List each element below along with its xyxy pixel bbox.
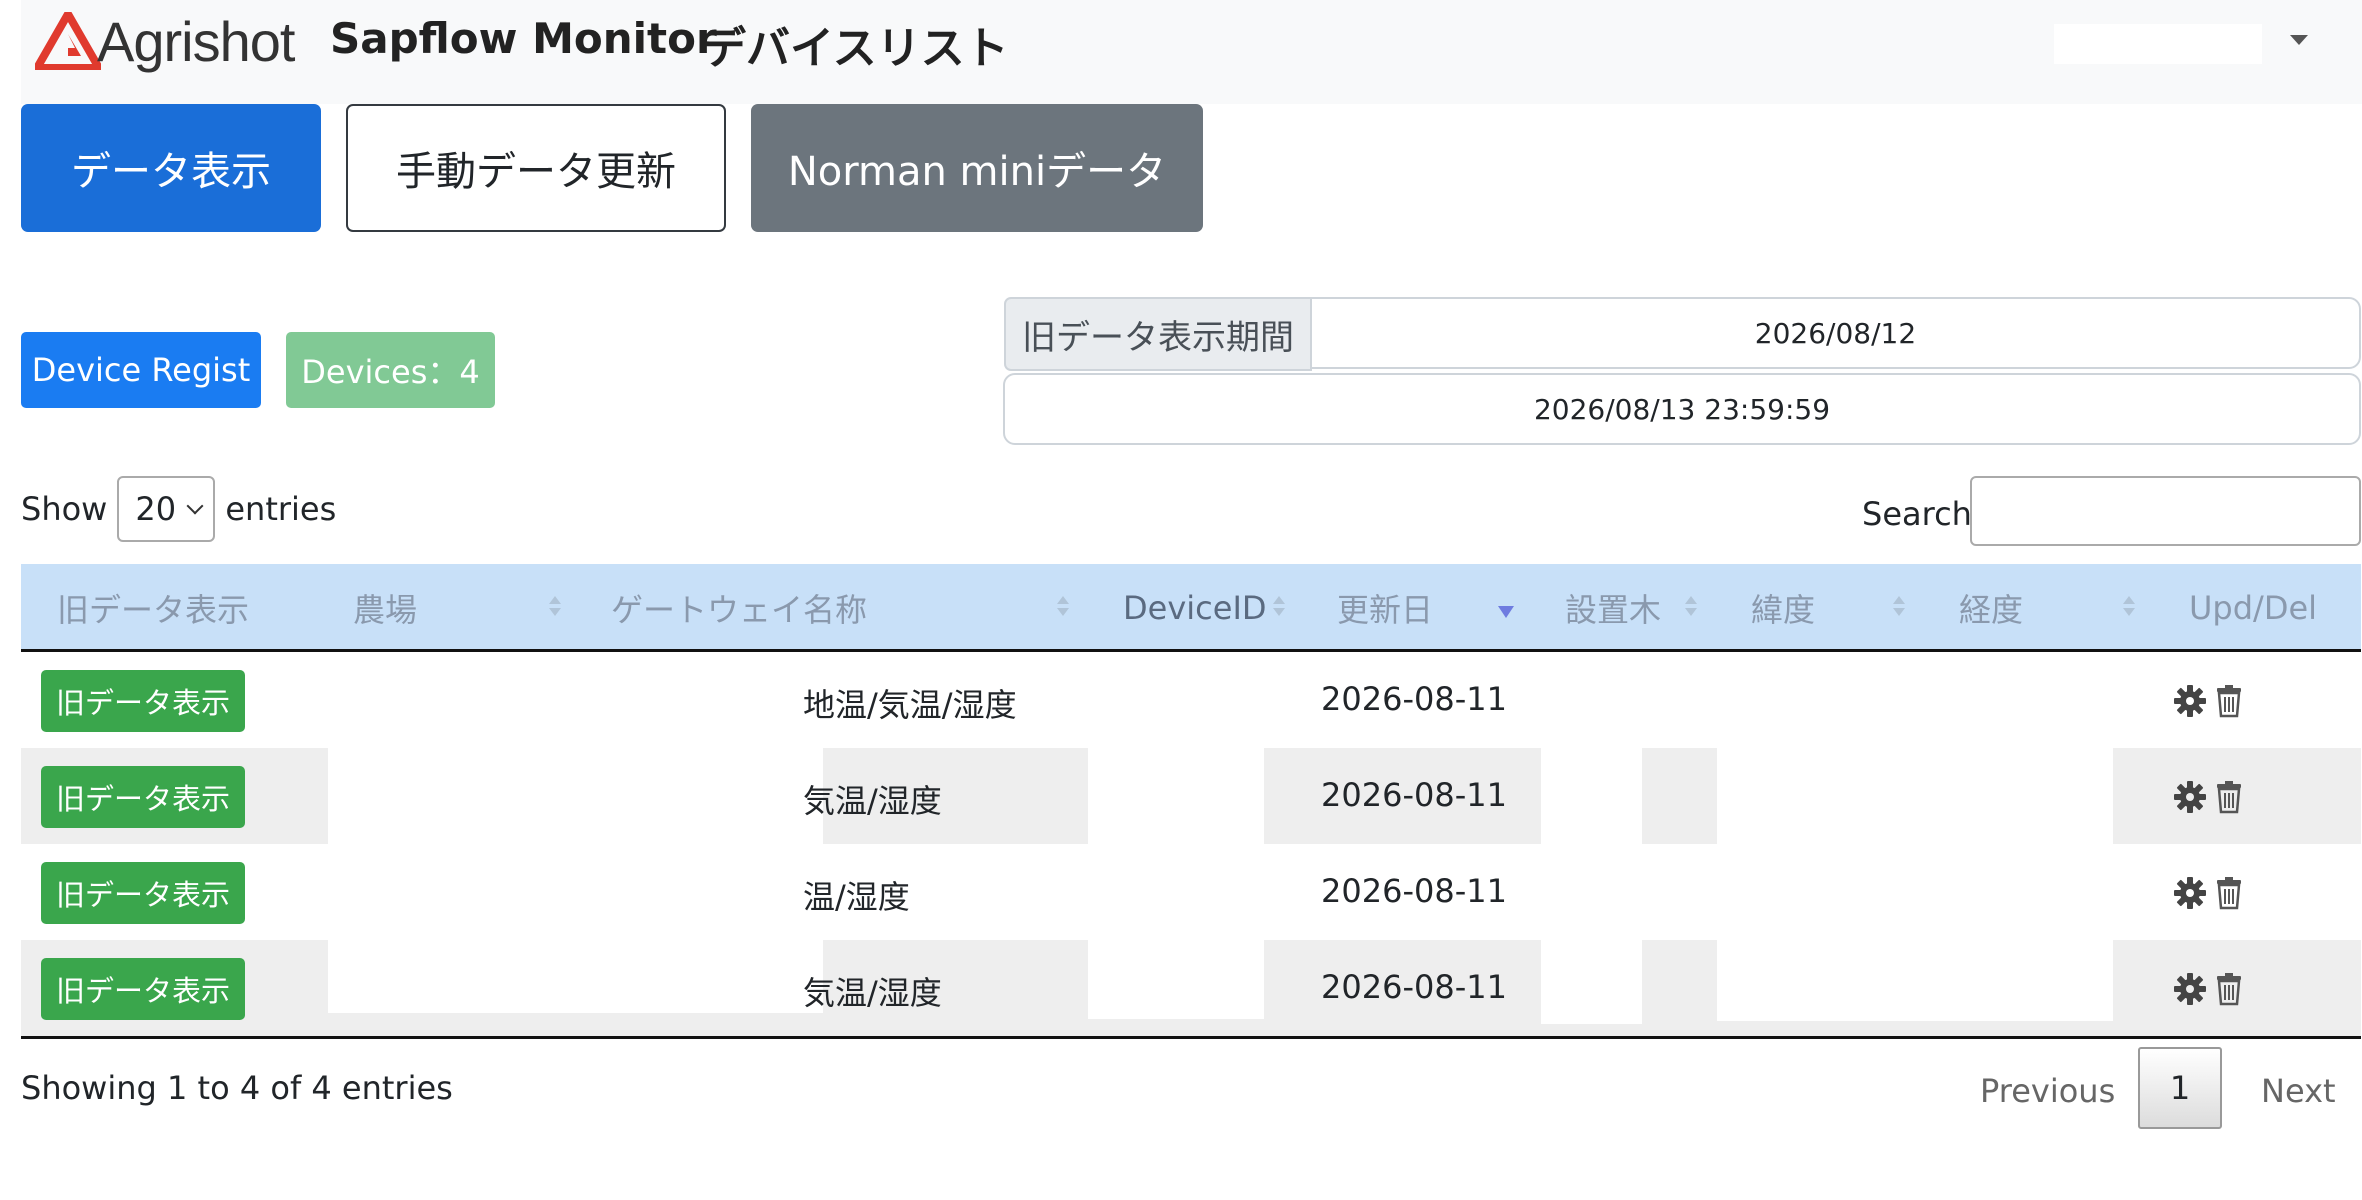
gear-icon[interactable] [2173,780,2207,814]
redacted-cell [328,940,823,1013]
trash-icon[interactable] [2215,876,2243,910]
trash-icon[interactable] [2215,972,2243,1006]
app-title: Sapflow Monitor [330,14,717,63]
old-data-button[interactable]: 旧データ表示 [41,958,245,1020]
search-label: Search: [1862,495,1983,533]
user-menu[interactable] [2054,24,2262,64]
redacted-cell [328,748,823,844]
updated-date-cell: 2026-08-11 [1321,680,1507,718]
device-regist-button[interactable]: Device Regist [21,332,261,408]
table-header: 旧データ表示 農場 ゲートウェイ名称 DeviceID 更新日 設置木 緯度 経… [21,564,2361,652]
table-row: 旧データ表示 地温/気温/湿度 2026-08-11 [21,652,2361,748]
sort-desc-icon[interactable] [1498,606,1514,618]
data-display-button[interactable]: データ表示 [21,104,321,232]
show-label: Show [21,490,108,528]
table-row: 旧データ表示 気温/湿度 2026-08-11 [21,940,2361,1036]
agrishot-logo-icon [35,12,101,70]
sort-icon[interactable] [1273,596,1285,618]
row-actions [2173,780,2243,814]
norman-mini-button[interactable]: Norman miniデータ [751,104,1203,232]
trash-icon[interactable] [2215,780,2243,814]
manual-update-button[interactable]: 手動データ更新 [346,104,726,232]
column-header-farm[interactable]: 農場 [353,564,417,652]
entries-label: entries [225,490,337,528]
pagination-page-1[interactable]: 1 [2138,1047,2222,1129]
sort-icon[interactable] [1685,596,1697,618]
table-row: 旧データ表示 温/湿度 2026-08-11 [21,844,2361,940]
page-length-value: 20 [135,490,177,528]
column-header-longitude[interactable]: 経度 [1959,564,2023,652]
chevron-down-icon [186,497,204,515]
pagination-next[interactable]: Next [2261,1072,2336,1110]
redacted-cell [1541,748,1642,844]
sort-icon[interactable] [1893,596,1905,618]
old-data-button[interactable]: 旧データ表示 [41,670,245,732]
gateway-name-cell: 温/湿度 [803,878,910,916]
devices-count-badge: Devices：4 [286,332,495,408]
sort-icon[interactable] [2123,596,2135,618]
table-info: Showing 1 to 4 of 4 entries [21,1069,453,1107]
updated-date-cell: 2026-08-11 [1321,776,1507,814]
row-actions [2173,876,2243,910]
sort-icon[interactable] [549,596,561,618]
gateway-name-cell: 気温/湿度 [803,974,942,1012]
updated-date-cell: 2026-08-11 [1321,872,1507,910]
column-header-tree[interactable]: 設置木 [1565,564,1661,652]
gateway-name-cell: 気温/湿度 [803,782,942,820]
page-title: デバイスリスト [702,23,1009,74]
caret-down-icon[interactable] [2290,35,2308,45]
redacted-cell [1717,748,2113,844]
old-data-period-label: 旧データ表示期間 [1004,297,1312,371]
column-header-gateway-name[interactable]: ゲートウェイ名称 [611,564,867,652]
period-end-input[interactable]: 2026/08/13 23:59:59 [1003,373,2361,445]
page-length-select[interactable]: 20 [117,476,216,542]
page-length-control: Show 20 entries [21,476,336,542]
redacted-cell [1088,748,1264,844]
brand-logo[interactable]: Agrishot [35,9,295,73]
column-header-upd-del: Upd/Del [2189,589,2318,627]
gateway-name-cell: 地温/気温/湿度 [803,686,1017,724]
pagination-previous[interactable]: Previous [1980,1072,2115,1110]
updated-date-cell: 2026-08-11 [1321,968,1507,1006]
period-start-input[interactable]: 2026/08/12 [1310,297,2361,369]
gear-icon[interactable] [2173,684,2207,718]
redacted-cell [1717,940,2113,1021]
trash-icon[interactable] [2215,684,2243,718]
sort-icon[interactable] [1057,596,1069,618]
row-actions [2173,684,2243,718]
table-row: 旧データ表示 気温/湿度 2026-08-11 [21,748,2361,844]
search-input[interactable] [1970,476,2361,546]
row-actions [2173,972,2243,1006]
column-header-latitude[interactable]: 緯度 [1751,564,1815,652]
column-header-old-data[interactable]: 旧データ表示 [57,564,249,652]
old-data-button[interactable]: 旧データ表示 [41,862,245,924]
gear-icon[interactable] [2173,972,2207,1006]
redacted-cell [1088,940,1264,1019]
column-header-device-id[interactable]: DeviceID [1123,564,1267,652]
column-header-updated[interactable]: 更新日 [1337,564,1433,652]
old-data-button[interactable]: 旧データ表示 [41,766,245,828]
redacted-cell [1541,940,1642,1024]
table-bottom-border [21,1036,2361,1039]
gear-icon[interactable] [2173,876,2207,910]
brand-wordmark: Agrishot [97,9,295,73]
device-table: 旧データ表示 農場 ゲートウェイ名称 DeviceID 更新日 設置木 緯度 経… [21,564,2361,1039]
